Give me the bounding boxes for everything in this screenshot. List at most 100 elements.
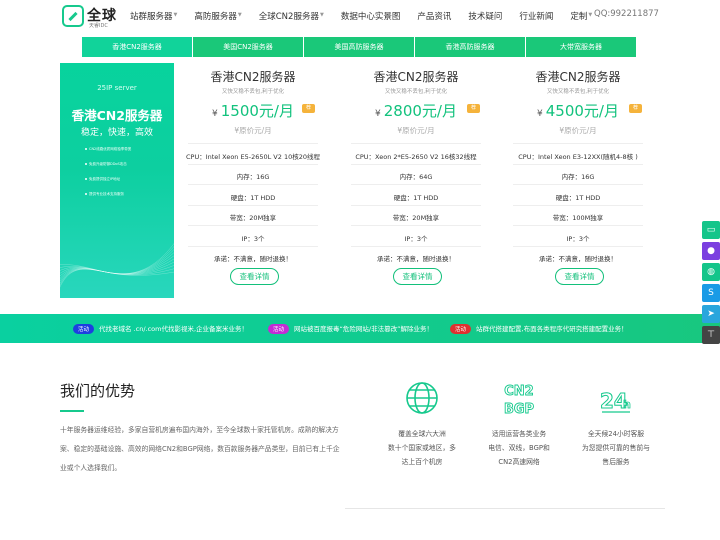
feature-line: 适用运营各类业务 bbox=[491, 430, 547, 438]
activity-badge: 活动 bbox=[450, 324, 472, 334]
logo-subtext: 天睿IDC bbox=[89, 23, 108, 29]
promo-feature: 免费升级防御DDoS攻击 bbox=[85, 162, 165, 167]
bgp-label: BGP bbox=[504, 402, 534, 417]
nav-item-product-news[interactable]: 产品资讯 bbox=[417, 10, 451, 22]
chevron-down-icon: ▼ bbox=[237, 12, 242, 18]
divider bbox=[351, 225, 481, 226]
ticker-item[interactable]: 活动 站群代搭建配置,布面各类程序代研究搭建配置业务！ bbox=[450, 323, 628, 334]
nav-item-high-defense[interactable]: 高防服务器▼ bbox=[194, 10, 241, 22]
view-details-button[interactable]: 查看详情 bbox=[555, 268, 604, 285]
divider bbox=[188, 184, 318, 185]
tab-big-bandwidth[interactable]: 大带宽服务器 bbox=[526, 37, 636, 57]
spec-disk: 硬盘：1T HDD bbox=[555, 194, 601, 202]
nav-label: 高防服务器 bbox=[194, 12, 237, 22]
activity-ticker: 活动 代找老域名 .cn/.com代找影视米,企业备案米业务！ 活动 网站被百度报毒… bbox=[0, 314, 720, 343]
telegram-icon[interactable]: ➤ bbox=[702, 305, 720, 323]
price-value: 1500元/月 bbox=[220, 102, 294, 120]
divider bbox=[351, 143, 481, 144]
divider bbox=[188, 246, 318, 247]
nav-label: 定制 bbox=[570, 12, 588, 22]
feature-line: 覆盖全球六大洲 bbox=[398, 430, 446, 438]
nav-item-station-group[interactable]: 站群服务器▼ bbox=[130, 10, 177, 22]
spec-promise: 承诺：不满意，随时退换！ bbox=[539, 255, 617, 263]
tab-hk-high-defense[interactable]: 香港高防服务器 bbox=[415, 37, 526, 57]
spec-bandwidth: 带宽：20M独享 bbox=[229, 214, 277, 222]
back-to-top-icon[interactable]: ⊤ bbox=[702, 326, 720, 344]
nav-item-tech-faq[interactable]: 技术疑问 bbox=[468, 10, 502, 22]
site-logo[interactable]: 全球 天睿IDC bbox=[62, 5, 120, 29]
ticker-item[interactable]: 活动 代找老域名 .cn/.com代找影视米,企业备案米业务！ bbox=[73, 323, 248, 334]
h-label: h bbox=[623, 398, 631, 411]
feature-line: CN2高速网络 bbox=[498, 458, 540, 466]
divider bbox=[351, 164, 481, 165]
spec-disk: 硬盘：1T HDD bbox=[393, 194, 439, 202]
nav-item-datacenter[interactable]: 数据中心实景图 bbox=[341, 10, 401, 22]
divider bbox=[188, 164, 318, 165]
ticker-text: 代找老域名 .cn/.com代找影视米,企业备案米业务！ bbox=[99, 325, 249, 333]
wechat-icon[interactable]: ◍ bbox=[702, 263, 720, 281]
promo-title: 香港CN2服务器 bbox=[71, 108, 163, 123]
nav-label: 全球CN2服务器 bbox=[258, 12, 319, 22]
feature-line: 数十个国家或地区，多 bbox=[388, 444, 456, 452]
nav-label: 技术疑问 bbox=[468, 12, 503, 22]
view-details-button[interactable]: 查看详情 bbox=[230, 268, 279, 285]
promo-feature: CN2线路优质网络独享带宽 bbox=[85, 147, 165, 152]
ticker-item[interactable]: 活动 网站被百度报毒“危险网站/非法篡改”解除业务！ bbox=[268, 323, 433, 334]
product-name: 香港CN2服务器 bbox=[373, 70, 459, 84]
spec-disk: 硬盘：1T HDD bbox=[230, 194, 276, 202]
nav-item-industry-news[interactable]: 行业新闻 bbox=[519, 10, 553, 22]
promo-feature-list: CN2线路优质网络独享带宽 免费升级防御DDoS攻击 免费提供独立IP地址 提供… bbox=[85, 147, 165, 207]
original-price: ¥原价元/月 bbox=[397, 126, 435, 135]
spec-promise: 承诺：不满意，随时退换！ bbox=[377, 255, 455, 263]
activity-badge: 活动 bbox=[268, 324, 290, 334]
divider bbox=[351, 246, 481, 247]
divider bbox=[513, 184, 643, 185]
logo-badge-icon bbox=[62, 5, 84, 27]
skype-icon[interactable]: S bbox=[702, 284, 720, 302]
qq-icon[interactable]: ● bbox=[702, 242, 720, 260]
divider bbox=[351, 184, 481, 185]
feature-text: 全天候24小时客服 为您提供可靠的售前与 售后服务 bbox=[571, 427, 661, 469]
recommend-badge: 荐 bbox=[467, 104, 480, 113]
tab-us-high-defense[interactable]: 美国高防服务器 bbox=[304, 37, 415, 57]
feature-line: 为您提供可靠的售前与 bbox=[582, 444, 650, 452]
spec-memory: 内存：64G bbox=[399, 173, 433, 181]
view-details-button[interactable]: 查看详情 bbox=[393, 268, 442, 285]
price-value: 4500元/月 bbox=[545, 102, 619, 120]
recommend-badge: 荐 bbox=[302, 104, 315, 113]
feature-line: 全天候24小时客服 bbox=[587, 430, 645, 438]
product-tabs: 香港CN2服务器 美国CN2服务器 美国高防服务器 香港高防服务器 大带宽服务器 bbox=[82, 37, 636, 57]
spec-memory: 内存：16G bbox=[236, 173, 270, 181]
ticker-text: 站群代搭建配置,布面各类程序代研究搭建配置业务！ bbox=[476, 325, 628, 333]
divider bbox=[513, 205, 643, 206]
divider bbox=[345, 508, 665, 509]
qq-contact[interactable]: QQ:992211877 bbox=[594, 9, 659, 19]
spec-promise: 承诺：不满意，随时退换！ bbox=[214, 255, 292, 263]
promo-feature: 免费提供独立IP地址 bbox=[85, 177, 165, 182]
tab-hk-cn2[interactable]: 香港CN2服务器 bbox=[82, 37, 193, 57]
nav-item-global-cn2[interactable]: 全球CN2服务器▼ bbox=[259, 10, 324, 22]
chevron-down-icon: ▼ bbox=[319, 12, 324, 18]
activity-badge: 活动 bbox=[73, 324, 95, 334]
promo-banner[interactable]: 25IP server 香港CN2服务器 稳定，快速，高效 CN2线路优质网络独… bbox=[60, 63, 174, 298]
cn2-bgp-icon: CN2 BGP bbox=[503, 384, 534, 418]
title-underline bbox=[60, 410, 84, 412]
nav-label: 数据中心实景图 bbox=[340, 12, 401, 22]
support-24h-icon: 24 h bbox=[600, 389, 632, 414]
promo-feature: 提供专业技术支持服务 bbox=[85, 192, 165, 197]
chat-icon[interactable]: ▭ bbox=[702, 221, 720, 239]
divider bbox=[513, 164, 643, 165]
divider bbox=[513, 225, 643, 226]
feature-text: 适用运营各类业务 电信、双线，BGP和 CN2高速网络 bbox=[474, 427, 564, 469]
spec-ip: IP：3个 bbox=[241, 235, 265, 243]
currency-symbol: ¥ bbox=[537, 109, 543, 119]
ticker-text: 网站被百度报毒“危险网站/非法篡改”解除业务！ bbox=[294, 325, 433, 333]
feature-line: 达上百个机房 bbox=[401, 458, 443, 466]
tab-us-cn2[interactable]: 美国CN2服务器 bbox=[193, 37, 304, 57]
promo-tag: 25IP server bbox=[97, 84, 137, 92]
nav-item-custom[interactable]: 定制▼ bbox=[570, 10, 592, 22]
divider bbox=[188, 143, 318, 144]
product-card: 香港CN2服务器 又快又稳不丢包,利于优化 ¥4500元/月 荐 ¥原价元/月 … bbox=[503, 63, 653, 298]
feature-line: 电信、双线，BGP和 bbox=[488, 444, 550, 452]
globe-icon bbox=[406, 382, 438, 414]
